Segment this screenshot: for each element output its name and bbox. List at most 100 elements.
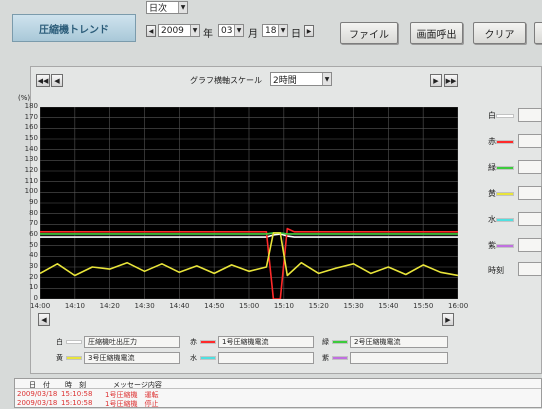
legend-swatch bbox=[67, 357, 81, 359]
message-log: 日 付 時 刻 メッセージ内容 2009/03/18 15:10:58 1号圧縮… bbox=[14, 378, 542, 408]
y-tick-label: 60 bbox=[29, 230, 38, 238]
overflow-button[interactable] bbox=[534, 22, 542, 44]
legend-color-label: 白 bbox=[56, 338, 63, 346]
legend-swatch bbox=[201, 341, 215, 343]
day-select[interactable]: 18 ▼ bbox=[262, 24, 288, 37]
y-tick-label: 130 bbox=[24, 155, 38, 164]
series-value-field bbox=[518, 134, 542, 148]
series-color-swatch bbox=[497, 141, 513, 143]
scroll-prev-button[interactable]: ◀ bbox=[51, 74, 63, 87]
y-tick-label: 140 bbox=[24, 144, 38, 153]
legend-swatch bbox=[333, 341, 347, 343]
y-tick-label: 110 bbox=[24, 176, 38, 185]
scale-select[interactable]: 2時間 ▼ bbox=[270, 72, 332, 86]
series-value-field bbox=[518, 212, 542, 226]
scroll-next-button[interactable]: ▶ bbox=[430, 74, 442, 87]
x-tick-label: 15:30 bbox=[343, 302, 364, 310]
y-tick-label: 30 bbox=[29, 262, 38, 270]
x-tick-label: 15:00 bbox=[239, 302, 260, 310]
x-tick-label: 14:20 bbox=[99, 302, 120, 310]
file-button[interactable]: ファイル bbox=[340, 22, 398, 44]
y-tick-label: 0 bbox=[33, 294, 38, 302]
value-panel-label: 水 bbox=[488, 215, 496, 224]
series-color-swatch bbox=[497, 245, 513, 247]
series-color-swatch bbox=[497, 167, 513, 169]
month-select[interactable]: 03 ▼ bbox=[218, 24, 244, 37]
series-value-field bbox=[518, 160, 542, 174]
next-day-button[interactable]: ▶ bbox=[304, 25, 314, 37]
day-unit: 日 bbox=[291, 29, 301, 40]
legend-series-name[interactable] bbox=[218, 352, 314, 364]
col-message: メッセージ内容 bbox=[113, 381, 162, 389]
x-tick-label: 14:40 bbox=[169, 302, 190, 310]
legend-series-name[interactable]: 1号圧縮機電流 bbox=[218, 336, 314, 348]
legend-color-label: 紫 bbox=[322, 354, 329, 362]
y-tick-label: 10 bbox=[29, 283, 38, 292]
year-select[interactable]: 2009 ▼ bbox=[158, 24, 200, 37]
y-tick-label: 180 bbox=[24, 102, 38, 110]
chevron-down-icon: ▼ bbox=[322, 73, 331, 85]
clear-button[interactable]: クリア bbox=[473, 22, 526, 44]
x-tick-label: 14:50 bbox=[204, 302, 225, 310]
col-date: 日 付 bbox=[29, 381, 50, 389]
chevron-down-icon: ▼ bbox=[234, 25, 243, 36]
screen-call-button[interactable]: 画面呼出 bbox=[410, 22, 463, 44]
series-color-swatch bbox=[497, 193, 513, 195]
value-panel-label: 白 bbox=[488, 111, 496, 120]
series-color-swatch bbox=[497, 115, 513, 117]
scroll-last-button[interactable]: ▶▶ bbox=[444, 74, 458, 87]
y-tick-label: 100 bbox=[24, 187, 38, 196]
legend-color-label: 黄 bbox=[56, 354, 63, 362]
x-tick-label: 15:10 bbox=[273, 302, 295, 310]
legend-swatch bbox=[333, 357, 347, 359]
chevron-down-icon: ▼ bbox=[178, 2, 187, 13]
legend-series-name[interactable]: 圧縮機吐出圧力 bbox=[84, 336, 180, 348]
x-tick-label: 14:00 bbox=[30, 302, 51, 310]
y-tick-label: 90 bbox=[29, 198, 38, 206]
y-axis-unit: (%) bbox=[18, 94, 31, 102]
trend-chart bbox=[40, 107, 458, 299]
chevron-down-icon: ▼ bbox=[278, 25, 287, 36]
x-tick-label: 14:30 bbox=[134, 302, 155, 310]
series-value-field bbox=[518, 108, 542, 122]
chart-scroll-right-button[interactable]: ▶ bbox=[442, 313, 454, 326]
x-tick-label: 15:20 bbox=[308, 302, 329, 310]
table-row[interactable]: 2009/03/18 15:10:58 1号圧縮機 停止 bbox=[15, 399, 541, 408]
time-label: 時刻 bbox=[488, 266, 504, 275]
x-tick-label: 15:50 bbox=[413, 302, 434, 310]
series-color-swatch bbox=[497, 219, 513, 221]
series-value-field bbox=[518, 238, 542, 252]
value-panel-label: 緑 bbox=[488, 163, 496, 172]
message-log-header: 日 付 時 刻 メッセージ内容 bbox=[15, 379, 541, 389]
x-tick-label: 16:00 bbox=[448, 302, 469, 310]
y-tick-label: 170 bbox=[24, 112, 38, 121]
month-unit: 月 bbox=[248, 29, 258, 40]
y-tick-label: 20 bbox=[29, 272, 38, 281]
y-tick-label: 120 bbox=[24, 166, 38, 174]
legend-swatch bbox=[67, 341, 81, 343]
x-tick-label: 14:10 bbox=[64, 302, 86, 310]
y-tick-label: 80 bbox=[29, 208, 38, 217]
legend-series-name[interactable] bbox=[350, 352, 448, 364]
legend-series-name[interactable]: 3号圧縮機電流 bbox=[84, 352, 180, 364]
y-tick-label: 150 bbox=[24, 134, 38, 142]
scale-label: グラフ横軸スケール bbox=[190, 76, 262, 85]
y-tick-label: 160 bbox=[24, 123, 38, 132]
scroll-first-button[interactable]: ◀◀ bbox=[36, 74, 50, 87]
value-panel-label: 黄 bbox=[488, 189, 496, 198]
mode-select[interactable]: 日次 ▼ bbox=[146, 1, 188, 14]
y-tick-label: 40 bbox=[29, 251, 38, 260]
table-row[interactable]: 2009/03/18 15:10:58 1号圧縮機 運転 bbox=[15, 390, 541, 399]
page-title: 圧縮機トレンド bbox=[39, 24, 109, 36]
value-panel-label: 紫 bbox=[488, 241, 496, 250]
legend-series-name[interactable]: 2号圧縮機電流 bbox=[350, 336, 448, 348]
chart-scroll-left-button[interactable]: ◀ bbox=[38, 313, 50, 326]
chevron-down-icon: ▼ bbox=[190, 25, 199, 36]
time-value-field bbox=[518, 262, 542, 276]
y-tick-label: 50 bbox=[29, 240, 38, 249]
value-panel-label: 赤 bbox=[488, 137, 496, 146]
legend-color-label: 赤 bbox=[190, 338, 197, 346]
year-unit: 年 bbox=[203, 29, 213, 40]
prev-day-button[interactable]: ◀ bbox=[146, 25, 156, 37]
legend-color-label: 緑 bbox=[322, 338, 329, 346]
